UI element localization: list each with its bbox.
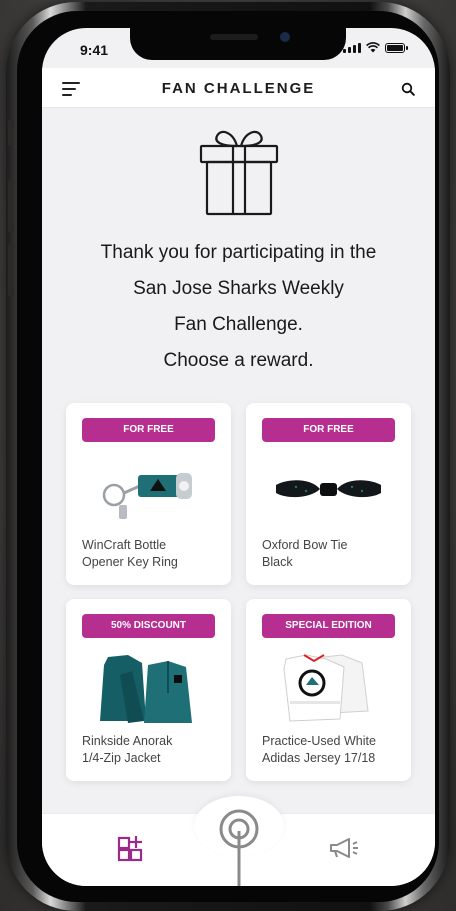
- reward-card[interactable]: SPECIAL EDITION Practice-Used White Adid…: [246, 599, 411, 781]
- earpiece-speaker: [210, 34, 258, 40]
- grid-add-icon[interactable]: [117, 834, 145, 862]
- intro-line: Thank you for participating in the: [100, 242, 377, 263]
- reward-name-line: Rinkside Anorak: [82, 734, 173, 748]
- cellular-signal-icon: [343, 42, 361, 53]
- notch: [130, 28, 346, 60]
- battery-icon: [385, 43, 408, 53]
- gift-box-icon: [199, 130, 279, 216]
- reward-name-line: Oxford Bow Tie: [262, 538, 348, 552]
- app-screen: 9:41 FAN CHALLENGE Thank you for partici…: [42, 28, 435, 886]
- wifi-icon: [366, 42, 380, 53]
- front-camera: [280, 32, 290, 42]
- reward-name: WinCraft Bottle Opener Key Ring: [82, 537, 222, 571]
- intro-line: Fan Challenge.: [174, 314, 303, 335]
- reward-badge: 50% DISCOUNT: [82, 614, 215, 638]
- reward-name: Rinkside Anorak 1/4-Zip Jacket: [82, 733, 222, 767]
- page-title: FAN CHALLENGE: [161, 80, 316, 97]
- reward-name-line: Opener Key Ring: [82, 555, 178, 569]
- volume-up-button: [8, 180, 14, 232]
- reward-badge: SPECIAL EDITION: [262, 614, 395, 638]
- megaphone-icon[interactable]: [329, 836, 361, 860]
- reward-name-line: WinCraft Bottle: [82, 538, 167, 552]
- status-time: 9:41: [80, 42, 109, 58]
- reward-badge: FOR FREE: [262, 418, 395, 442]
- intro-line: San Jose Sharks Weekly: [133, 278, 344, 299]
- intro-line: Choose a reward.: [163, 350, 314, 371]
- reward-name-line: Adidas Jersey 17/18: [262, 751, 376, 765]
- search-icon[interactable]: [401, 82, 415, 96]
- radio-broadcast-icon[interactable]: [214, 807, 264, 886]
- reward-name: Oxford Bow Tie Black: [262, 537, 402, 571]
- key-ring-icon: [102, 473, 192, 519]
- reward-name-line: Practice-Used White: [262, 734, 376, 748]
- reward-card[interactable]: FOR FREE Oxford Bow Tie Black: [246, 403, 411, 585]
- mute-switch: [8, 120, 14, 146]
- jacket-icon: [100, 655, 192, 723]
- app-header: FAN CHALLENGE: [42, 68, 435, 108]
- reward-name-line: Black: [262, 555, 293, 569]
- status-icons: [343, 42, 408, 53]
- reward-badge: FOR FREE: [82, 418, 215, 442]
- jersey-icon: [283, 654, 369, 722]
- reward-name-line: 1/4-Zip Jacket: [82, 751, 161, 765]
- volume-down-button: [8, 244, 14, 296]
- reward-name: Practice-Used White Adidas Jersey 17/18: [262, 733, 402, 767]
- reward-card[interactable]: 50% DISCOUNT Rinkside Anorak 1/4-Zip Jac…: [66, 599, 231, 781]
- reward-card[interactable]: FOR FREE WinCraft Bottle Opener Key Ring: [66, 403, 231, 585]
- bow-tie-icon: [276, 480, 381, 498]
- intro-message: Thank you for participating in the San J…: [62, 235, 415, 379]
